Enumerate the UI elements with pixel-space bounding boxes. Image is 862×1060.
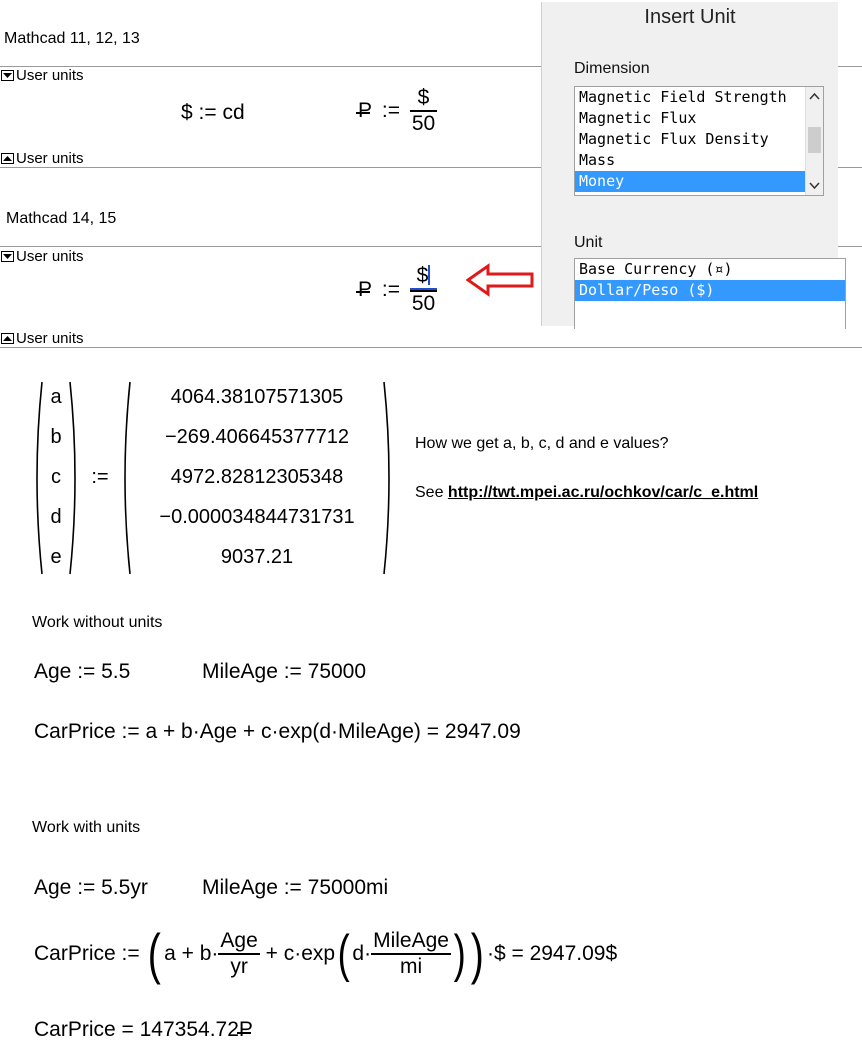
numerator-editing[interactable]: $ bbox=[409, 264, 438, 290]
age-denominator: yr bbox=[230, 955, 248, 978]
term-c-exp: + c·exp bbox=[265, 942, 336, 965]
dimension-scrollbar[interactable] bbox=[805, 87, 823, 195]
region-label: User units bbox=[16, 150, 84, 167]
exp-right-paren: ) bbox=[453, 925, 466, 983]
right-paren-icon bbox=[383, 381, 390, 575]
dimension-item[interactable]: Magnetic Flux Density bbox=[575, 129, 823, 150]
var-d: d bbox=[50, 506, 62, 528]
question-text: How we get a, b, c, d and e values? bbox=[415, 435, 669, 452]
dimension-item[interactable]: Magnetic Field Strength bbox=[575, 87, 823, 108]
expand-arrow-icon bbox=[1, 153, 14, 164]
dollar-definition[interactable]: $ := cd bbox=[181, 101, 245, 125]
numerator: $ bbox=[417, 86, 430, 109]
var-c: c bbox=[51, 466, 61, 488]
right-paren-icon bbox=[69, 381, 76, 575]
left-paren-icon bbox=[36, 381, 43, 575]
dimension-item[interactable]: Mass bbox=[575, 150, 823, 171]
dimension-listbox[interactable]: Magnetic Field Strength Magnetic Flux Ma… bbox=[574, 86, 824, 196]
age-fraction: Age yr bbox=[218, 929, 260, 979]
value-c: 4972.82812305348 bbox=[170, 466, 344, 488]
ruble-definition[interactable]: P := $ 50 bbox=[355, 86, 438, 136]
numerator: $ bbox=[416, 264, 429, 287]
age-definition-units[interactable]: Age := 5.5yr bbox=[34, 876, 148, 900]
reference-link[interactable]: http://twt.mpei.ac.ru/ochkov/car/c_e.htm… bbox=[448, 484, 758, 501]
section-title-old: Mathcad 11, 12, 13 bbox=[4, 30, 140, 47]
dimension-item[interactable]: Magnetic Flux bbox=[575, 108, 823, 129]
big-left-paren: ( bbox=[148, 922, 162, 985]
assign-operator: := bbox=[381, 98, 400, 122]
unit-item-selected[interactable]: Dollar/Peso ($) bbox=[575, 280, 845, 301]
term-a-b: a + b· bbox=[164, 942, 219, 965]
age-definition[interactable]: Age := 5.5 bbox=[34, 660, 130, 684]
exp-left-paren: ( bbox=[337, 925, 350, 983]
var-b: b bbox=[50, 426, 62, 448]
value-d: −0.000034844731731 bbox=[159, 506, 355, 528]
collapse-arrow-icon bbox=[1, 70, 14, 81]
heading-with-units: Work with units bbox=[32, 819, 141, 836]
term-d: d· bbox=[352, 942, 372, 965]
mileage-denominator: mi bbox=[399, 955, 423, 978]
region-label: User units bbox=[16, 248, 84, 265]
ruble-symbol: P bbox=[236, 1018, 253, 1041]
region-toggle-bottom-old[interactable]: User units bbox=[1, 150, 84, 167]
dialog-title: Insert Unit bbox=[644, 6, 736, 28]
collapse-arrow-icon bbox=[1, 251, 14, 262]
region-label: User units bbox=[16, 330, 84, 347]
big-right-paren: ) bbox=[471, 922, 485, 985]
region-label: User units bbox=[16, 67, 84, 84]
fraction: $ 50 bbox=[409, 264, 438, 316]
carprice-rubles[interactable]: CarPrice = 147354.72P bbox=[34, 1018, 253, 1042]
insert-unit-dialog: Insert Unit Dimension Magnetic Field Str… bbox=[541, 2, 846, 329]
value-e: 9037.21 bbox=[220, 546, 294, 568]
red-arrow-icon bbox=[466, 263, 534, 297]
expand-arrow-icon bbox=[1, 333, 14, 344]
unit-listbox[interactable]: Base Currency (¤) Dollar/Peso ($) bbox=[574, 258, 846, 329]
denominator: 50 bbox=[411, 292, 436, 315]
text-cursor bbox=[428, 265, 431, 285]
mileage-definition-units[interactable]: MileAge := 75000mi bbox=[202, 876, 388, 900]
region-toggle-top-old[interactable]: User units bbox=[1, 67, 84, 84]
left-paren-icon bbox=[124, 381, 131, 575]
mileage-definition[interactable]: MileAge := 75000 bbox=[202, 660, 366, 684]
carprice-formula[interactable]: CarPrice := a + b·Age + c·exp(d·MileAge)… bbox=[34, 720, 521, 744]
ruble-symbol: P bbox=[355, 277, 373, 301]
value-a: 4064.38107571305 bbox=[170, 386, 344, 408]
carprice-lhs: CarPrice := bbox=[34, 942, 140, 965]
carprice-rubles-value: CarPrice = 147354.72 bbox=[34, 1018, 239, 1041]
dimension-item-selected[interactable]: Money bbox=[575, 171, 805, 192]
scroll-up-icon[interactable] bbox=[806, 89, 823, 105]
var-e: e bbox=[50, 546, 62, 568]
assign-operator: := bbox=[91, 466, 109, 488]
mileage-numerator: MileAge bbox=[373, 929, 449, 952]
assign-operator: := bbox=[381, 277, 400, 301]
denominator: 50 bbox=[411, 112, 436, 135]
scroll-thumb[interactable] bbox=[808, 127, 821, 153]
unit-label: Unit bbox=[574, 234, 603, 251]
heading-without-units: Work without units bbox=[32, 614, 163, 631]
region-toggle-top-new[interactable]: User units bbox=[1, 248, 84, 265]
var-a: a bbox=[50, 386, 62, 408]
coefficient-assignment[interactable]: a b c d e := 4064.38107571305 −269.40664… bbox=[30, 380, 400, 580]
section-title-new: Mathcad 14, 15 bbox=[6, 210, 117, 227]
ruble-definition-new[interactable]: P := $ 50 bbox=[355, 264, 438, 316]
dimension-label: Dimension bbox=[574, 60, 650, 77]
see-line: See http://twt.mpei.ac.ru/ochkov/car/c_e… bbox=[415, 484, 758, 502]
see-prefix: See bbox=[415, 484, 444, 501]
carprice-formula-units[interactable]: CarPrice := (a + b· Age yr + c·exp(d· Mi… bbox=[34, 926, 617, 996]
region-toggle-bottom-new[interactable]: User units bbox=[1, 330, 84, 347]
unit-item[interactable]: Base Currency (¤) bbox=[575, 259, 845, 280]
value-b: −269.406645377712 bbox=[164, 426, 350, 448]
fraction: $ 50 bbox=[409, 86, 438, 136]
mileage-fraction: MileAge mi bbox=[371, 929, 451, 979]
divider bbox=[0, 347, 862, 348]
age-numerator: Age bbox=[220, 929, 258, 952]
scroll-down-icon[interactable] bbox=[806, 177, 823, 193]
price-result: ·$ = 2947.09$ bbox=[486, 942, 618, 965]
ruble-symbol: P bbox=[355, 98, 373, 122]
